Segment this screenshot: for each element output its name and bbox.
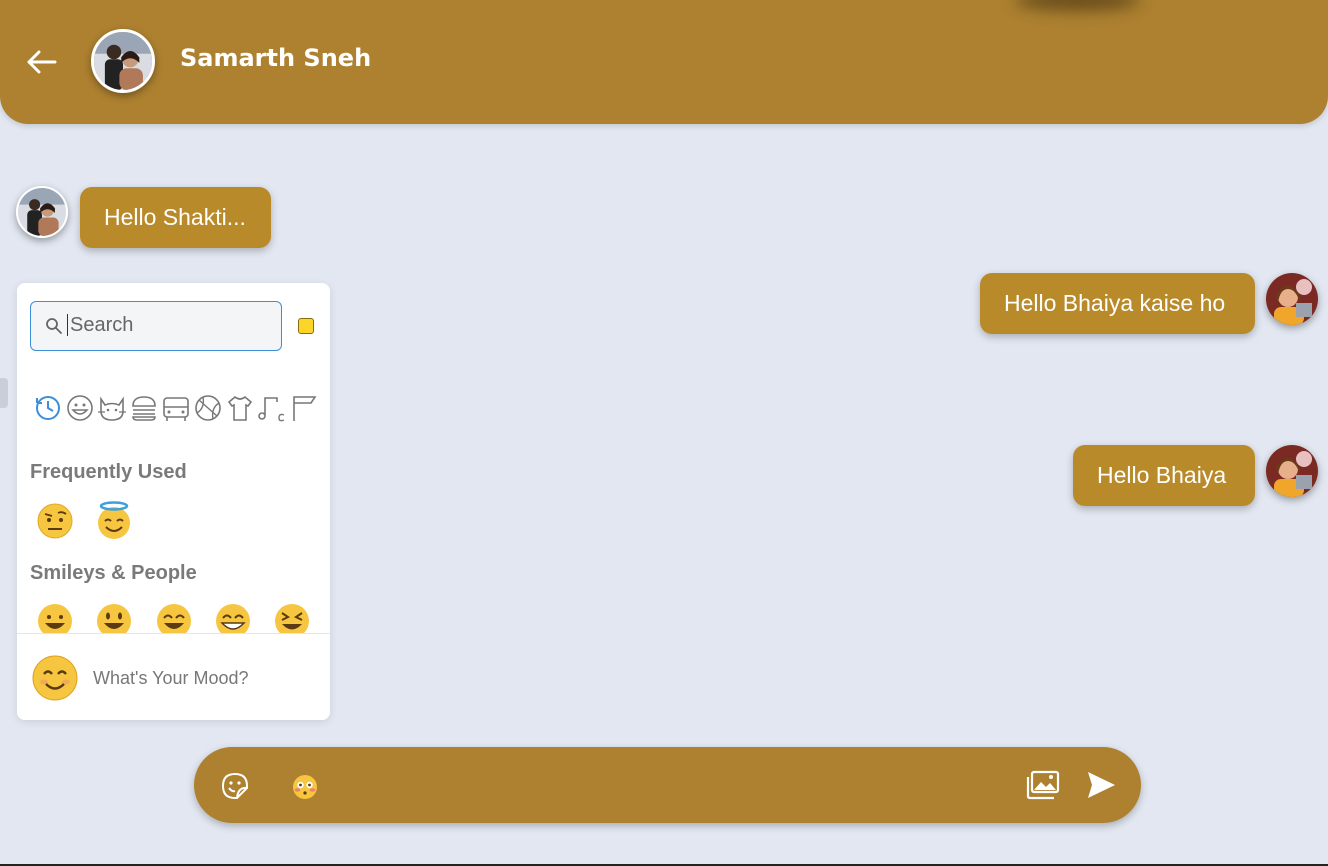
flags-icon[interactable] — [289, 393, 319, 423]
emoji-picker-footer: What's Your Mood? — [17, 633, 330, 720]
send-icon — [1088, 772, 1115, 798]
smiling-face-with-halo-emoji[interactable] — [94, 501, 134, 541]
section-title-frequently-used: Frequently Used — [30, 461, 187, 483]
sender-avatar — [16, 186, 68, 238]
send-button[interactable] — [1085, 769, 1117, 801]
smiling-face-icon — [32, 655, 78, 701]
search-icon — [46, 318, 62, 334]
activity-icon[interactable] — [193, 393, 223, 423]
flushed-face-icon — [293, 775, 317, 799]
symbols-icon[interactable] — [257, 393, 287, 423]
message-bubble-sent[interactable]: Hello Bhaiya — [1073, 445, 1255, 506]
grinning-face-smiling-eyes-emoji[interactable] — [154, 601, 194, 633]
message-bubble-received[interactable]: Hello Shakti... — [80, 187, 271, 248]
travel-icon[interactable] — [161, 393, 191, 423]
emoji-grid — [17, 573, 330, 633]
gallery-button[interactable] — [1026, 769, 1060, 801]
emoji-search-input[interactable] — [67, 314, 270, 336]
emoji-picker: Frequently Used Smileys & People What' — [17, 283, 330, 720]
back-button[interactable] — [24, 45, 58, 79]
arrow-left-icon — [27, 50, 57, 74]
emoji-search-box[interactable] — [30, 301, 282, 351]
grinning-squinting-face-emoji[interactable] — [272, 601, 312, 633]
skin-tone-selector[interactable] — [298, 318, 314, 334]
recent-icon[interactable] — [33, 393, 63, 423]
sticker-button[interactable] — [220, 771, 250, 801]
smileys-icon[interactable] — [65, 393, 95, 423]
header-decoration — [1015, 0, 1140, 10]
user-avatar — [1266, 445, 1318, 497]
message-composer — [194, 747, 1141, 823]
food-icon[interactable] — [129, 393, 159, 423]
contact-avatar[interactable] — [91, 29, 155, 93]
gallery-icon — [1026, 770, 1060, 800]
animals-icon[interactable] — [97, 393, 127, 423]
grinning-face-big-eyes-emoji[interactable] — [94, 601, 134, 633]
sticker-icon — [221, 772, 248, 799]
scroll-edge-indicator — [0, 378, 8, 408]
contact-name: Samarth Sneh — [180, 44, 372, 72]
user-avatar — [1266, 273, 1318, 325]
chat-header: Samarth Sneh — [0, 0, 1328, 124]
objects-icon[interactable] — [225, 393, 255, 423]
face-with-raised-eyebrow-emoji[interactable] — [35, 501, 75, 541]
beaming-face-emoji[interactable] — [213, 601, 253, 633]
mood-preview-text: What's Your Mood? — [93, 668, 249, 688]
message-bubble-sent[interactable]: Hello Bhaiya kaise ho — [980, 273, 1255, 334]
emoji-button[interactable] — [291, 773, 319, 801]
grinning-face-emoji[interactable] — [35, 601, 75, 633]
